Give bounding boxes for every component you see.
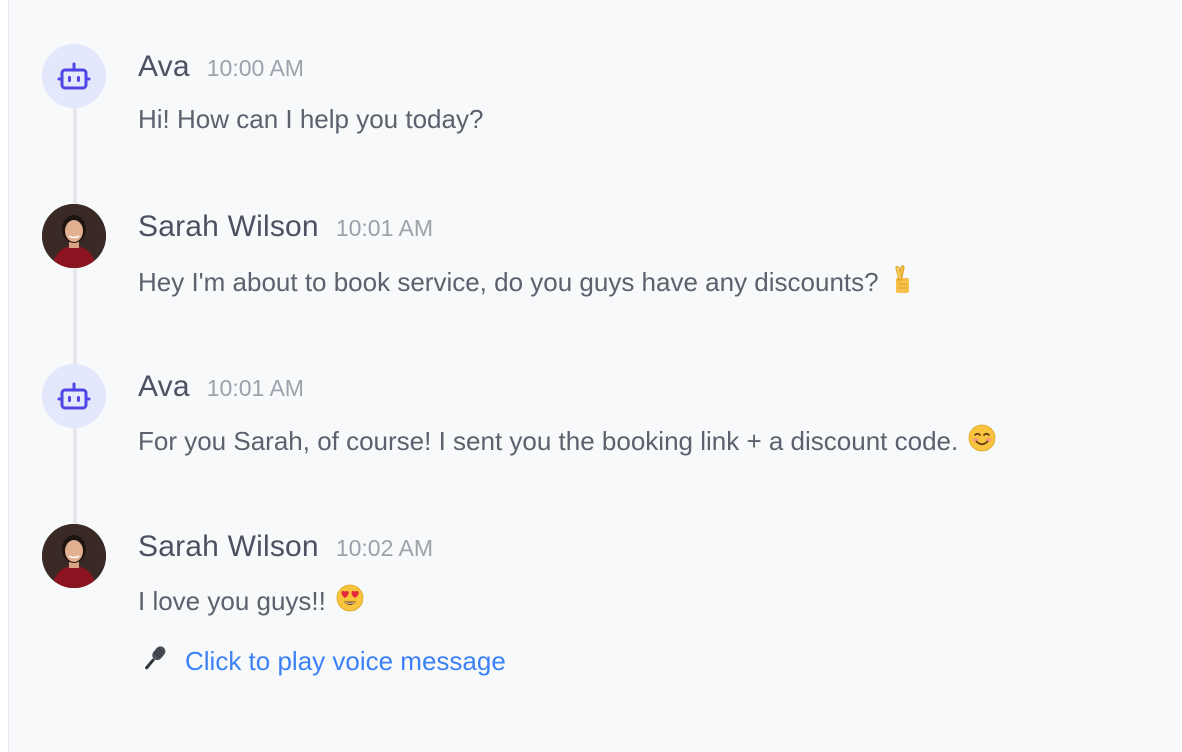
message-timestamp: 10:01 AM <box>335 215 433 241</box>
crossed-fingers-emoji <box>889 264 913 301</box>
message-text: I love you guys!! <box>138 584 364 619</box>
message-timestamp: 10:02 AM <box>335 535 433 561</box>
robot-icon <box>57 382 91 410</box>
sender-name: Sarah Wilson <box>138 530 319 563</box>
timeline-connector <box>73 80 77 550</box>
voice-message-link[interactable]: Click to play voice message <box>185 646 506 677</box>
message-timestamp: 10:00 AM <box>206 55 304 81</box>
message-body: For you Sarah, of course! I sent you the… <box>138 426 959 456</box>
bot-avatar <box>42 364 106 428</box>
user-avatar <box>42 204 106 268</box>
message-body: Hi! How can I help you today? <box>138 104 484 134</box>
robot-icon <box>57 62 91 90</box>
message-body: Hey I'm about to book service, do you gu… <box>138 267 879 297</box>
message-text: For you Sarah, of course! I sent you the… <box>138 424 996 459</box>
voice-message[interactable]: Click to play voice message <box>137 642 506 681</box>
message-text: Hi! How can I help you today? <box>138 104 483 135</box>
heart-eyes-emoji <box>336 584 364 619</box>
smiling-face-emoji <box>968 424 996 459</box>
user-avatar <box>42 524 106 588</box>
sender-name: Ava <box>138 370 190 403</box>
message-text: Hey I'm about to book service, do you gu… <box>138 264 913 301</box>
message-body: I love you guys!! <box>138 586 326 616</box>
sender-name: Ava <box>138 50 190 83</box>
bot-avatar <box>42 44 106 108</box>
sender-name: Sarah Wilson <box>138 210 319 243</box>
user-photo <box>42 204 106 268</box>
microphone-icon <box>137 642 171 681</box>
message-timestamp: 10:01 AM <box>206 375 304 401</box>
left-panel-border <box>0 0 9 752</box>
user-photo <box>42 524 106 588</box>
